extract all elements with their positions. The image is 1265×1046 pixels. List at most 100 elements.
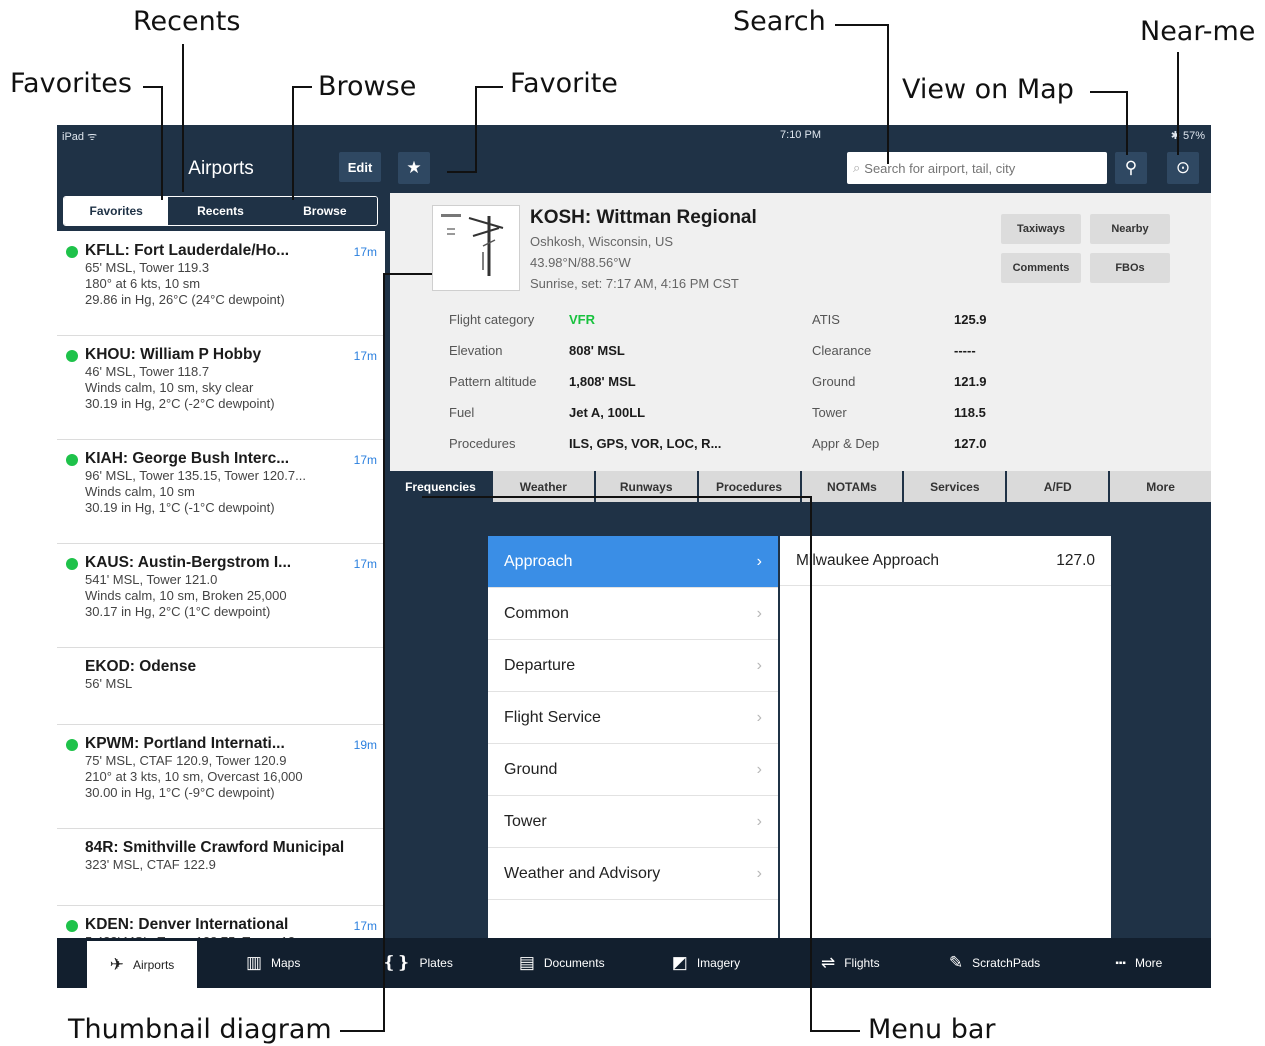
map-icon: ▥ bbox=[245, 953, 262, 972]
list-item[interactable]: KHOU: William P Hobby 17m 46' MSL, Tower… bbox=[57, 336, 385, 440]
frequency-row[interactable]: Milwaukee Approach 127.0 bbox=[780, 536, 1111, 586]
category-label: Flight Service bbox=[504, 708, 601, 726]
fbos-button[interactable]: FBOs bbox=[1090, 253, 1170, 283]
segment-recents[interactable]: Recents bbox=[168, 197, 273, 225]
edit-button[interactable]: Edit bbox=[339, 152, 381, 182]
list-item[interactable]: KFLL: Fort Lauderdale/Ho... 17m 65' MSL,… bbox=[57, 232, 385, 336]
status-dot bbox=[66, 920, 78, 932]
tab-maps[interactable]: ▥ Maps bbox=[201, 938, 345, 988]
airport-name: KFLL: Fort Lauderdale/Ho... bbox=[85, 242, 290, 259]
frequency-category-list: Approach › Common › Departure › Flight Serv… bbox=[488, 536, 778, 938]
frequency-name: Milwaukee Approach bbox=[796, 551, 940, 569]
near-me-icon[interactable]: ⊙ bbox=[1167, 152, 1199, 184]
airport-detail: Winds calm, 10 sm bbox=[85, 484, 195, 499]
list-item[interactable]: EKOD: Odense 56' MSL bbox=[57, 648, 385, 725]
category-weather-advisory[interactable]: Weather and Advisory › bbox=[488, 848, 778, 900]
airport-coordinates: 43.98°N/88.56°W bbox=[530, 255, 631, 270]
category-flight-service[interactable]: Flight Service › bbox=[488, 692, 778, 744]
callout-favorite: Favorite bbox=[510, 68, 618, 99]
airport-location: Oshkosh, Wisconsin, US bbox=[530, 234, 674, 249]
tab-flights[interactable]: ⇌ Flights bbox=[778, 938, 922, 988]
category-common[interactable]: Common › bbox=[488, 588, 778, 640]
fact-value: 808' MSL bbox=[569, 343, 625, 358]
category-label: Approach bbox=[504, 552, 573, 570]
chevron-right-icon: › bbox=[756, 864, 762, 882]
leader-line bbox=[182, 44, 184, 192]
airport-detail: 65' MSL, Tower 119.3 bbox=[85, 260, 210, 275]
fact-label: Flight category bbox=[449, 312, 535, 327]
search-input[interactable] bbox=[864, 160, 1095, 176]
category-label: Departure bbox=[504, 656, 576, 674]
segment-browse[interactable]: Browse bbox=[272, 197, 377, 225]
weather-age: 17m bbox=[353, 919, 377, 933]
fact-label: Fuel bbox=[449, 405, 475, 420]
tab-services[interactable]: Services bbox=[904, 471, 1006, 502]
callout-recents: Recents bbox=[133, 6, 241, 37]
segmented-control: Favorites Recents Browse bbox=[63, 196, 378, 226]
comments-button[interactable]: Comments bbox=[1001, 253, 1081, 283]
airport-diagram-thumbnail[interactable] bbox=[432, 205, 520, 291]
chevron-right-icon: › bbox=[756, 812, 762, 830]
airport-list: KFLL: Fort Lauderdale/Ho... 17m 65' MSL,… bbox=[57, 232, 385, 988]
tab-label: Flights bbox=[844, 956, 880, 970]
weather-age: 17m bbox=[353, 557, 377, 571]
airport-detail-panel: 7:10 PM ✱ 57% ★ ⌕ ⚲ ⊙ bbox=[390, 125, 1211, 938]
list-item[interactable]: KAUS: Austin-Bergstrom I... 17m 541' MSL… bbox=[57, 544, 385, 648]
category-label: Ground bbox=[504, 760, 558, 778]
tab-documents[interactable]: ▤ Documents bbox=[490, 938, 634, 988]
tab-label: Documents bbox=[543, 956, 605, 970]
taxiways-button[interactable]: Taxiways bbox=[1001, 214, 1081, 244]
pencil-icon: ✎ bbox=[948, 953, 964, 972]
tab-notams[interactable]: NOTAMs bbox=[801, 471, 903, 502]
category-label: Tower bbox=[504, 812, 547, 830]
leader-line bbox=[1090, 91, 1128, 93]
airports-panel-header: iPad ᯤ Airports Edit Favorites Recents B… bbox=[57, 125, 385, 231]
list-item[interactable]: KIAH: George Bush Interc... 17m 96' MSL,… bbox=[57, 440, 385, 544]
fact-label: Elevation bbox=[449, 343, 503, 358]
fact-value: ILS, GPS, VOR, LOC, R... bbox=[569, 436, 722, 451]
status-dot bbox=[66, 454, 78, 466]
list-item[interactable]: KPWM: Portland Internati... 19m 75' MSL,… bbox=[57, 725, 385, 829]
documents-icon: ▤ bbox=[518, 953, 535, 972]
tab-airports[interactable]: ✈ Airports bbox=[87, 941, 197, 988]
leader-line bbox=[422, 496, 812, 498]
airport-detail: 75' MSL, CTAF 120.9, Tower 120.9 bbox=[85, 753, 287, 768]
category-ground[interactable]: Ground › bbox=[488, 744, 778, 796]
leader-line bbox=[292, 86, 312, 88]
tab-more-bottom[interactable]: ▪▪▪ More bbox=[1067, 938, 1211, 988]
tab-plates[interactable]: ❴❵ Plates bbox=[345, 938, 489, 988]
leader-line bbox=[835, 24, 889, 26]
leader-line bbox=[383, 273, 385, 1031]
status-dot bbox=[66, 739, 78, 751]
list-item[interactable]: 84R: Smithville Crawford Municipal 323' … bbox=[57, 829, 385, 906]
map-pin-icon[interactable]: ⚲ bbox=[1115, 152, 1147, 184]
airport-detail: 210° at 3 kts, 10 sm, Overcast 16,000 bbox=[85, 769, 303, 784]
callout-browse: Browse bbox=[318, 71, 417, 102]
favorite-star-icon[interactable]: ★ bbox=[398, 152, 430, 184]
airport-name: KIAH: George Bush Interc... bbox=[85, 450, 290, 467]
tab-afd[interactable]: A/FD bbox=[1007, 471, 1109, 502]
airport-detail: 46' MSL, Tower 118.7 bbox=[85, 364, 210, 379]
airport-detail: 56' MSL bbox=[85, 676, 133, 691]
fact-value: 125.9 bbox=[954, 312, 987, 327]
category-departure[interactable]: Departure › bbox=[488, 640, 778, 692]
flight-category-value: VFR bbox=[569, 312, 595, 327]
nearby-button[interactable]: Nearby bbox=[1090, 214, 1170, 244]
tab-more[interactable]: More bbox=[1110, 471, 1211, 502]
tab-label: More bbox=[1134, 956, 1163, 970]
airport-name: KPWM: Portland Internati... bbox=[85, 735, 285, 752]
fact-label: Procedures bbox=[449, 436, 516, 451]
chevron-right-icon: › bbox=[756, 708, 762, 726]
airport-detail: 180° at 6 kts, 10 sm bbox=[85, 276, 201, 291]
airport-detail: 30.19 in Hg, 1°C (-1°C dewpoint) bbox=[85, 500, 275, 515]
category-tower[interactable]: Tower › bbox=[488, 796, 778, 848]
tab-scratchpads[interactable]: ✎ ScratchPads bbox=[922, 938, 1066, 988]
status-dot bbox=[66, 350, 78, 362]
fact-label: Appr & Dep bbox=[812, 436, 880, 451]
segment-favorites[interactable]: Favorites bbox=[64, 197, 169, 225]
airport-name: EKOD: Odense bbox=[85, 658, 197, 675]
tab-imagery[interactable]: ◩ Imagery bbox=[634, 938, 778, 988]
category-approach[interactable]: Approach › bbox=[488, 536, 778, 588]
chevron-right-icon: › bbox=[756, 552, 762, 570]
search-field[interactable]: ⌕ bbox=[847, 152, 1107, 184]
